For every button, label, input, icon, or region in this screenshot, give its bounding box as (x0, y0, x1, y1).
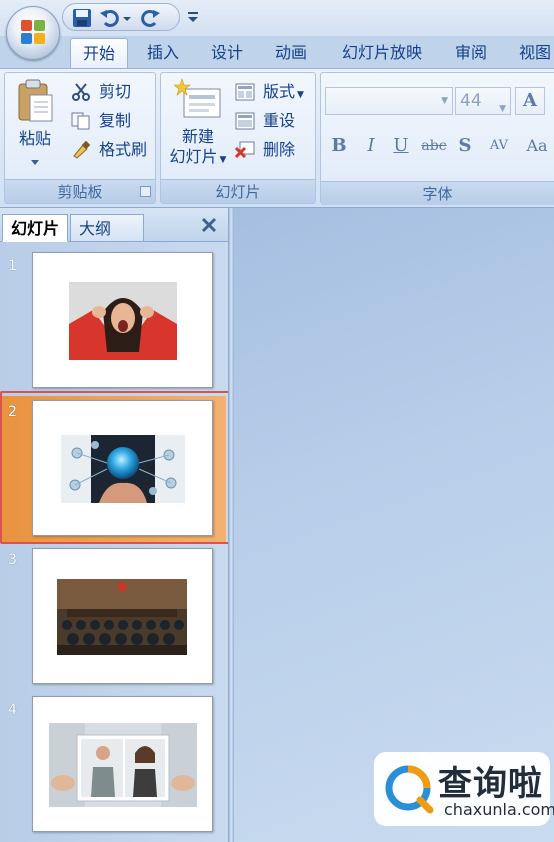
format-painter-icon (71, 140, 91, 159)
copy-label: 复制 (99, 111, 132, 130)
slide-number: 1 (8, 258, 17, 274)
change-case-label: Aa (526, 136, 548, 155)
slide-4-image (49, 723, 197, 807)
font-size-dropdown-arrow-icon[interactable]: ▼ (499, 96, 506, 122)
font-size-value: 44 (460, 91, 482, 111)
slide-editing-area[interactable] (234, 208, 554, 842)
character-spacing-label: AV (489, 138, 509, 153)
delete-button[interactable]: 删除 (234, 137, 296, 163)
delete-slide-icon (234, 141, 255, 159)
slides-group: 新建 幻灯片 ▼ 版式 ▼ 重设 删除 幻灯片 (160, 72, 316, 204)
font-size-combobox[interactable]: 44 ▼ (455, 87, 511, 115)
cut-button[interactable]: 剪切 (71, 79, 131, 105)
slide-thumbnail-1[interactable] (32, 252, 213, 388)
new-slide-label-line1: 新建 (181, 127, 214, 146)
slide-number: 3 (8, 552, 17, 568)
italic-button[interactable]: I (358, 132, 384, 160)
watermark-text-cn: 查询啦 (438, 764, 543, 804)
format-painter-label: 格式刷 (99, 140, 148, 159)
copy-icon (71, 112, 91, 130)
layout-dropdown-arrow-icon[interactable]: ▼ (297, 90, 304, 100)
office-button[interactable] (6, 6, 60, 60)
new-slide-label-line2: 幻灯片 (169, 147, 218, 166)
redo-icon[interactable] (139, 8, 161, 28)
font-group-caption: 字体 (321, 181, 554, 205)
text-shadow-button[interactable]: S (452, 132, 478, 160)
change-case-button[interactable]: Aa (520, 132, 554, 160)
layout-label: 版式 (263, 82, 296, 101)
layout-button[interactable]: 版式 ▼ (235, 79, 304, 105)
new-slide-button[interactable]: 新建 幻灯片 ▼ (163, 75, 233, 175)
cut-label: 剪切 (99, 82, 132, 101)
slide-thumbnail-4[interactable] (32, 696, 213, 832)
delete-label: 删除 (263, 140, 296, 159)
customize-qat-icon[interactable] (186, 8, 200, 24)
paste-label: 粘贴 (18, 129, 51, 148)
close-icon[interactable] (200, 216, 218, 234)
font-name-dropdown-arrow-icon[interactable]: ▼ (441, 96, 448, 106)
save-icon[interactable] (71, 8, 93, 28)
strikethrough-button[interactable]: abc (418, 132, 450, 160)
pane-tabs: 幻灯片 大纲 (0, 208, 228, 242)
slide-3-image (57, 579, 187, 655)
underline-button[interactable]: U (388, 132, 414, 160)
tab-outline-pane[interactable]: 大纲 (70, 214, 144, 242)
tab-review[interactable]: 审阅 (446, 38, 496, 68)
quick-access-toolbar (62, 3, 180, 31)
clipboard-dialog-launcher-icon[interactable] (140, 186, 151, 197)
format-painter-button[interactable]: 格式刷 (71, 137, 147, 163)
ribbon-tabs: 开始 插入 设计 动画 幻灯片放映 审阅 视图 (0, 36, 554, 68)
magnifier-logo-icon (384, 764, 434, 814)
grow-font-label: A (523, 90, 537, 111)
tab-insert[interactable]: 插入 (138, 38, 188, 68)
title-bar (0, 0, 554, 36)
clipboard-caption: 剪贴板 (5, 179, 155, 203)
bold-button[interactable]: B (326, 132, 352, 160)
grow-font-button[interactable]: A (515, 87, 545, 115)
tab-view[interactable]: 视图 (510, 38, 554, 68)
paste-button[interactable]: 粘贴 (11, 77, 59, 173)
scissors-icon (71, 83, 91, 101)
undo-dropdown-arrow-icon[interactable] (121, 8, 133, 28)
highlight-annotation-box (0, 391, 237, 544)
character-spacing-button[interactable]: AV (482, 132, 516, 160)
reset-label: 重设 (263, 111, 296, 130)
copy-button[interactable]: 复制 (71, 108, 131, 134)
slide-number: 4 (8, 702, 17, 718)
new-slide-icon (173, 77, 222, 121)
tab-slides-pane[interactable]: 幻灯片 (2, 214, 69, 242)
paste-dropdown-arrow-icon[interactable] (30, 151, 40, 165)
slides-group-caption: 幻灯片 (161, 179, 315, 203)
font-name-combobox[interactable]: ▼ (325, 87, 453, 115)
new-slide-label-row: 幻灯片 ▼ (163, 147, 233, 170)
layout-icon (235, 83, 255, 101)
slide-thumbnail-3[interactable] (32, 548, 213, 684)
undo-icon[interactable] (99, 8, 121, 28)
paste-icon (16, 79, 54, 123)
new-slide-dropdown-arrow-icon[interactable]: ▼ (220, 155, 227, 165)
tab-home[interactable]: 开始 (70, 38, 128, 68)
clipboard-group: 粘贴 剪切 复制 格式刷 剪贴板 (4, 72, 156, 204)
reset-button[interactable]: 重设 (235, 108, 295, 134)
watermark-logo: 查询啦 chaxunla.com (374, 752, 554, 826)
reset-icon (235, 112, 255, 130)
tab-design[interactable]: 设计 (202, 38, 252, 68)
slide-1-image (69, 282, 177, 360)
tab-slideshow[interactable]: 幻灯片放映 (332, 38, 432, 68)
tab-animations[interactable]: 动画 (266, 38, 316, 68)
watermark-text-en: chaxunla.com (444, 800, 554, 819)
office-logo-icon (21, 20, 47, 46)
